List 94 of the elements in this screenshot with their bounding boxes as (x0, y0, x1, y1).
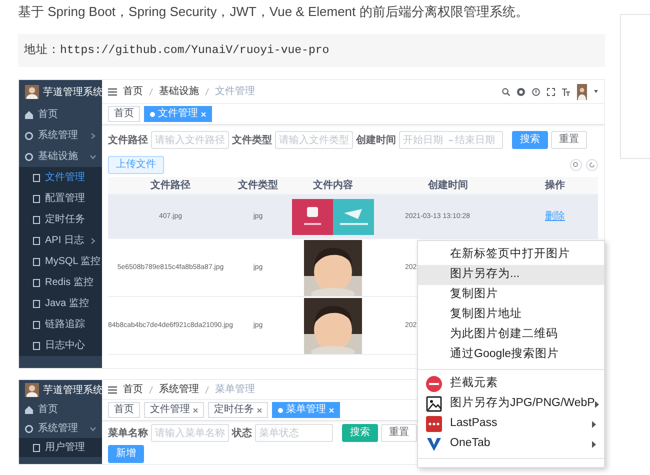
breadcrumb-item[interactable]: 首页 (123, 84, 143, 100)
house-icon (25, 110, 33, 119)
column-header: 创建时间 (426, 178, 469, 194)
gear-icon (25, 132, 33, 140)
hamburger-icon[interactable] (108, 386, 117, 394)
page-icon (33, 258, 40, 266)
sidebar-item[interactable]: 文件管理 (19, 167, 102, 188)
field-label: 菜单名称 (108, 426, 148, 441)
field-label: 状态 (232, 426, 252, 441)
sidebar-item[interactable]: 系统管理 (19, 419, 102, 438)
fullscreen-icon[interactable] (547, 88, 555, 96)
text-size-icon[interactable] (562, 88, 570, 96)
field-label: 文件类型 (232, 134, 272, 148)
input-field[interactable]: 请输入菜单名称 (151, 424, 229, 442)
input-field[interactable]: 菜单状态 (255, 424, 333, 442)
search-toggle-button[interactable] (570, 159, 582, 172)
sidebar-item[interactable]: Redis 监控 (19, 272, 102, 294)
sidebar-item[interactable]: 首页 (19, 400, 102, 420)
button[interactable]: 重置 (551, 131, 587, 150)
date-range-field[interactable]: 开始日期 结束日期 (399, 131, 503, 150)
search-icon (573, 162, 579, 168)
page-icon (33, 236, 40, 245)
column-header: 文件内容 (312, 178, 354, 194)
slash-icon (149, 386, 153, 394)
input-field[interactable]: 请输入文件类型 (275, 131, 353, 150)
chevron-icon (90, 132, 96, 139)
page-icon (33, 216, 40, 224)
refresh-icon (589, 162, 595, 168)
column-header: 文件路径 (150, 178, 192, 194)
page-icon (33, 320, 40, 329)
column-header: 操作 (544, 178, 566, 194)
sidebar-item[interactable]: 系统管理 (19, 125, 102, 146)
field-label: 创建时间 (356, 134, 396, 148)
menu-item[interactable]: 拦截元素 (418, 374, 604, 394)
menu-item[interactable]: LastPass (418, 414, 604, 434)
sidebar-item[interactable]: MySQL 监控 (19, 251, 102, 272)
avatar-icon (25, 85, 39, 100)
breadcrumb-item: 文件管理 (215, 84, 255, 100)
close-icon[interactable] (257, 408, 262, 413)
breadcrumb-item[interactable]: 系统管理 (159, 382, 199, 398)
page-icon (33, 278, 40, 287)
menu-item[interactable]: 图片另存为JPG/PNG/WebP (418, 394, 604, 414)
chevron-icon (90, 426, 96, 432)
image-icon (426, 396, 442, 412)
sidebar-item[interactable]: 定时任务 (19, 209, 102, 230)
breadcrumb-item[interactable]: 首页 (123, 382, 143, 398)
field-label: 文件路径 (108, 134, 148, 148)
brand-name: 芋道管理系统 (43, 86, 103, 100)
page-icon (33, 342, 40, 350)
breadcrumb-item: 菜单管理 (215, 382, 255, 398)
breadcrumb-item[interactable]: 基础设施 (159, 84, 199, 100)
gear-icon (25, 424, 33, 433)
sidebar-item[interactable]: 用户管理 (19, 438, 102, 458)
sidebar-item[interactable]: API 日志 (19, 230, 102, 252)
page-icon (33, 300, 40, 308)
column-header: 文件类型 (237, 178, 279, 194)
sidebar-item[interactable]: 首页 (19, 104, 102, 126)
avatar-icon (577, 84, 587, 100)
house-icon (25, 406, 33, 414)
menu-item[interactable]: 图片另存为... (418, 265, 604, 285)
tag-tab[interactable]: 首页 (108, 402, 140, 418)
slash-icon (149, 88, 153, 96)
close-icon[interactable] (193, 408, 198, 413)
submenu-arrow-icon (592, 420, 596, 428)
sidebar-item[interactable]: Java 监控 (19, 293, 102, 314)
page-icon (33, 194, 40, 203)
input-field[interactable]: 请输入文件路径 (151, 131, 229, 150)
caret-icon[interactable] (594, 90, 598, 94)
page-icon (33, 444, 40, 452)
intro-text: 基于 Spring Boot，Spring Security，JWT，Vue & Element 的前后端分离权限管理系统。 (18, 3, 530, 21)
tag-tab[interactable]: 定时任务 (208, 402, 268, 418)
submenu-arrow-icon (592, 440, 596, 448)
tag-tab[interactable]: 文件管理 (144, 402, 204, 418)
stop-sign-icon (426, 376, 442, 392)
search-icon[interactable] (502, 88, 510, 96)
button[interactable]: 重置 (381, 424, 417, 442)
menu-item[interactable]: OneTab (418, 434, 604, 454)
avatar-icon (25, 383, 39, 398)
hamburger-icon[interactable] (108, 88, 117, 96)
chevron-icon (90, 154, 96, 160)
brand-name: 芋道管理系统 (43, 384, 103, 398)
submenu-arrow-icon (594, 400, 599, 408)
gear-icon (25, 152, 33, 161)
page-icon (33, 174, 40, 182)
slash-icon (205, 386, 209, 394)
address-code: 地址：https://github.com/YunaiV/ruoyi-vue-pro (18, 34, 605, 68)
slash-icon (205, 88, 209, 96)
sidebar-item[interactable]: 基础设施 (19, 146, 102, 168)
sidebar-item[interactable]: 日志中心 (19, 335, 102, 356)
refresh-button[interactable] (586, 159, 598, 172)
tag-tab[interactable]: 首页 (108, 106, 140, 122)
sidebar-item[interactable]: 链路追踪 (19, 314, 102, 336)
chevron-icon (90, 238, 96, 244)
sidebar-item[interactable]: 配置管理 (19, 188, 102, 210)
